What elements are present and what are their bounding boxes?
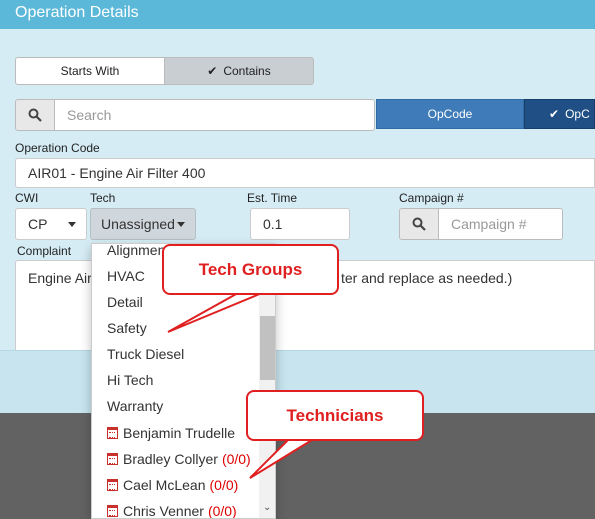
technician-item[interactable]: Bradley Collyer (0/0) <box>107 451 251 467</box>
technician-item[interactable]: Benjamin Trudelle <box>107 425 235 441</box>
calendar-icon <box>107 479 118 491</box>
calendar-icon <box>107 505 118 517</box>
tech-group-item[interactable]: Safety <box>107 320 147 336</box>
operation-details-modal: Operation Details Starts With ✔ Contains… <box>0 0 595 413</box>
campaign-label: Campaign # <box>399 191 464 205</box>
search-input[interactable] <box>54 99 375 131</box>
technician-name: Benjamin Trudelle <box>123 425 236 441</box>
search-button[interactable] <box>15 99 55 131</box>
technician-item[interactable]: Chris Venner (0/0) <box>107 503 237 519</box>
chevron-down-icon <box>68 221 76 227</box>
operation-code-field[interactable]: AIR01 - Engine Air Filter 400 <box>15 158 595 188</box>
starts-with-toggle[interactable]: Starts With <box>15 57 165 85</box>
tech-group-item[interactable]: Truck Diesel <box>107 346 184 362</box>
complaint-text-start: Engine Air <box>28 270 92 286</box>
calendar-icon <box>107 427 118 439</box>
technician-count: (0/0) <box>221 451 251 467</box>
search-icon <box>28 108 42 122</box>
cwi-value: CP <box>28 216 48 232</box>
search-icon <box>412 217 426 231</box>
operation-code-value: AIR01 - Engine Air Filter 400 <box>28 165 206 181</box>
modal-title: Operation Details <box>15 4 139 21</box>
starts-with-label: Starts With <box>60 64 120 78</box>
tech-group-item[interactable]: Warranty <box>107 398 163 414</box>
opcode-label: OpCode <box>427 107 473 121</box>
tech-group-item[interactable]: Hi Tech <box>107 372 153 388</box>
contains-toggle[interactable]: ✔ Contains <box>164 57 314 85</box>
calendar-icon <box>107 453 118 465</box>
est-time-value: 0.1 <box>263 216 283 232</box>
tech-groups-callout-text: Tech Groups <box>198 259 303 279</box>
opcode-button[interactable]: OpCode <box>376 99 524 129</box>
tech-group-item[interactable]: Detail <box>107 294 143 310</box>
technician-name: Chris Venner <box>123 503 204 519</box>
tech-dropdown-button[interactable]: Unassigned <box>90 208 196 240</box>
tech-groups-callout: Tech Groups <box>162 244 339 295</box>
chevron-down-icon[interactable]: ⌄ <box>263 502 271 513</box>
scrollbar-thumb[interactable] <box>260 316 275 380</box>
est-time-field[interactable]: 0.1 <box>250 208 350 240</box>
technician-count: (0/0) <box>209 477 239 493</box>
technician-name: Cael McLean <box>123 477 206 493</box>
opc-label: OpC <box>565 107 590 121</box>
opcode-check-button[interactable]: ✔ OpC <box>524 99 595 129</box>
check-icon: ✔ <box>207 64 218 78</box>
complaint-text-end: ter and replace as needed.) <box>341 270 513 286</box>
technicians-callout-text: Technicians <box>286 405 384 425</box>
modal-header: Operation Details <box>0 0 595 29</box>
tech-value: Unassigned <box>101 216 175 232</box>
tech-group-item[interactable]: Alignment <box>107 244 169 258</box>
chevron-down-icon <box>176 221 185 227</box>
technician-count: (0/0) <box>207 503 237 519</box>
contains-label: Contains <box>223 64 271 78</box>
est-time-label: Est. Time <box>247 191 298 205</box>
complaint-label: Complaint <box>17 244 72 258</box>
tech-label: Tech <box>90 191 116 205</box>
technician-item[interactable]: Cael McLean (0/0) <box>107 477 238 493</box>
campaign-input[interactable] <box>438 208 563 240</box>
cwi-select[interactable]: CP <box>15 208 87 240</box>
technicians-callout: Technicians <box>246 390 424 441</box>
campaign-search-button[interactable] <box>399 208 439 240</box>
cwi-label: CWI <box>15 191 39 205</box>
tech-group-item[interactable]: HVAC <box>107 268 145 284</box>
check-icon: ✔ <box>549 107 560 121</box>
technician-name: Bradley Collyer <box>123 451 218 467</box>
operation-code-label: Operation Code <box>15 141 100 155</box>
